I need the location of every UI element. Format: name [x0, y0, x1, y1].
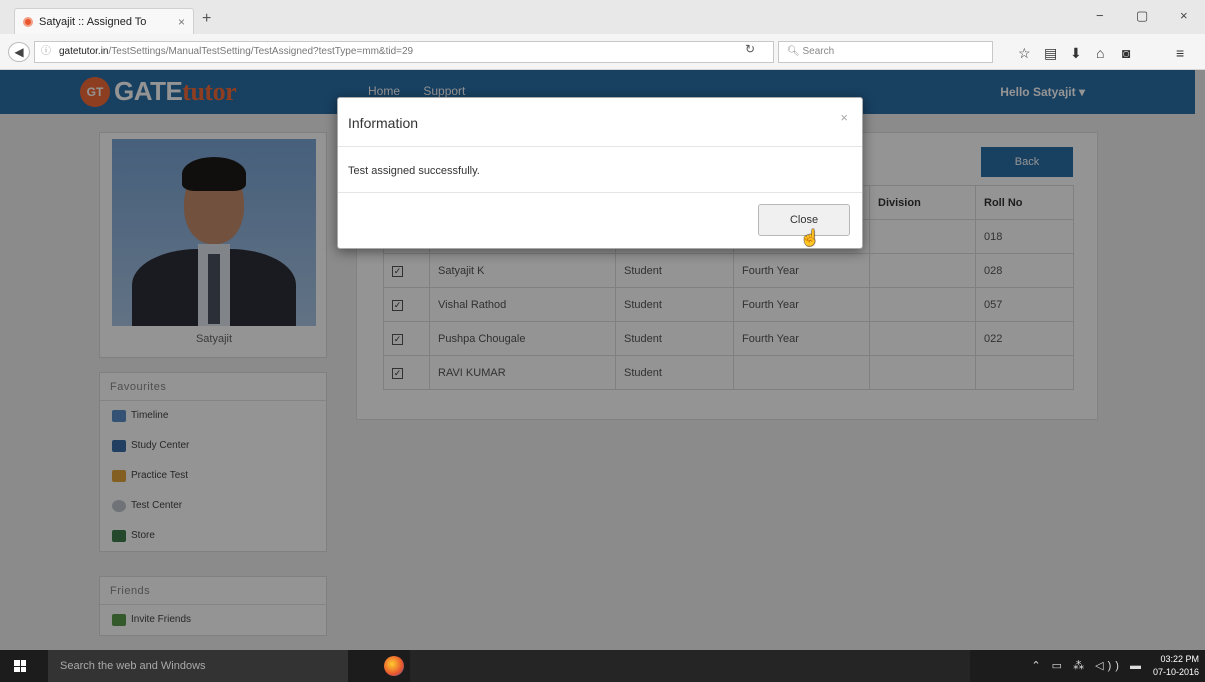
bookmark-star-icon[interactable]: ☆ [1018, 45, 1031, 62]
tab-close-icon[interactable]: × [178, 15, 185, 29]
menu-icon[interactable]: ≡ [1176, 45, 1184, 61]
windows-start-icon[interactable] [14, 660, 26, 672]
taskbar-app-area [410, 650, 970, 682]
url-domain: gatetutor.in [59, 46, 109, 57]
modal-header: Information × [338, 98, 862, 147]
search-icon: 🔍︎ [787, 46, 803, 57]
modal-close-icon[interactable]: × [840, 110, 848, 125]
download-icon[interactable]: ⬇ [1070, 45, 1082, 62]
modal-title: Information [348, 115, 419, 131]
pocket-icon[interactable]: ◙ [1122, 45, 1130, 61]
system-tray-icons[interactable]: ⌃ ▭ ⁂ ◁)) ▬ [1031, 659, 1145, 672]
taskbar-search-input[interactable]: Search the web and Windows [48, 650, 348, 682]
window-close-button[interactable]: × [1180, 8, 1188, 23]
browser-search-input[interactable]: 🔍︎ Search [778, 41, 993, 63]
tab-title: Satyajit :: Assigned To [39, 15, 147, 28]
home-icon[interactable]: ⌂ [1096, 45, 1104, 61]
browser-toolbar: ◀ ⓘ gatetutor.in/TestSettings/ManualTest… [0, 34, 1205, 70]
modal-message: Test assigned successfully. [338, 147, 862, 193]
back-arrow-icon[interactable]: ◀ [8, 42, 30, 62]
browser-tab-bar: Satyajit :: Assigned To × + − ▢ × [0, 0, 1205, 34]
windows-taskbar: Search the web and Windows ⌃ ▭ ⁂ ◁)) ▬ 0… [0, 650, 1205, 682]
browser-tab[interactable]: Satyajit :: Assigned To × [14, 8, 194, 34]
address-bar[interactable]: ⓘ gatetutor.in/TestSettings/ManualTestSe… [34, 41, 774, 63]
window-maximize-button[interactable]: ▢ [1136, 8, 1148, 24]
new-tab-button[interactable]: + [202, 10, 211, 28]
url-path: /TestSettings/ManualTestSetting/TestAssi… [108, 46, 414, 57]
hand-cursor-icon: ☝ [800, 230, 820, 247]
window-minimize-button[interactable]: − [1096, 8, 1104, 23]
reload-icon[interactable]: ↻ [745, 42, 755, 56]
clock-time: 03:22 PM [1160, 654, 1199, 664]
firefox-icon[interactable] [384, 656, 404, 676]
reading-list-icon[interactable]: ▤ [1044, 45, 1057, 62]
site-favicon-icon [23, 16, 33, 27]
info-icon: ⓘ [41, 46, 51, 57]
information-modal: Information × Test assigned successfully… [337, 97, 863, 249]
clock-date: 07-10-2016 [1152, 667, 1199, 677]
browser-search-placeholder: Search [802, 46, 835, 57]
taskbar-clock[interactable]: 03:22 PM 07-10-2016 [1153, 653, 1199, 679]
